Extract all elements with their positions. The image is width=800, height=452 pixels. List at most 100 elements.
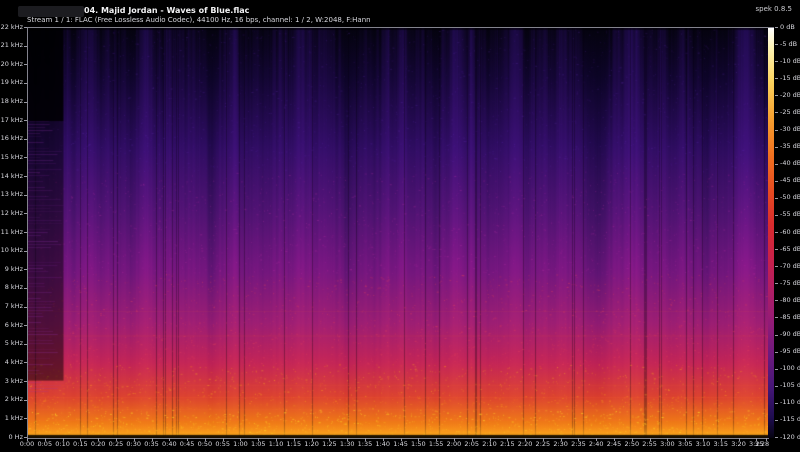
time-tick [632,438,633,441]
time-duration-label: 3:28 [755,441,770,448]
db-label: -55 dB [780,211,800,218]
time-tick [63,438,64,441]
freq-tick [24,213,27,214]
db-tick [775,369,778,370]
spek-window: 04. Majid Jordan - Waves of Blue.flac St… [0,0,800,452]
freq-tick [24,232,27,233]
db-label: -90 dB [780,331,800,338]
time-tick [454,438,455,441]
freq-tick [24,288,27,289]
db-tick [775,335,778,336]
freq-tick [24,307,27,308]
db-tick [775,266,778,267]
time-label: 3:00 [660,441,675,448]
freq-tick [24,157,27,158]
time-tick [472,438,473,441]
time-tick [223,438,224,441]
time-tick [703,438,704,441]
time-label: 2:10 [482,441,497,448]
time-tick [766,438,767,441]
freq-tick [24,325,27,326]
db-label: -25 dB [780,109,800,116]
time-label: 0:55 [215,441,230,448]
db-tick [775,386,778,387]
db-tick [775,112,778,113]
freq-tick [24,176,27,177]
time-tick [667,438,668,441]
time-label: 3:10 [696,441,711,448]
time-tick [543,438,544,441]
time-label: 1:50 [411,441,426,448]
db-tick [775,44,778,45]
freq-tick [24,83,27,84]
time-tick [596,438,597,441]
time-label: 1:45 [393,441,408,448]
time-tick [187,438,188,441]
time-tick [614,438,615,441]
time-label: 2:35 [571,441,586,448]
time-tick [721,438,722,441]
time-label: 1:05 [251,441,266,448]
file-title: 04. Majid Jordan - Waves of Blue.flac [84,6,249,15]
spectrogram-canvas [28,28,768,438]
spectrogram-plot [27,27,769,439]
time-tick [525,438,526,441]
freq-tick [24,344,27,345]
time-label: 2:00 [447,441,462,448]
time-tick [258,438,259,441]
freq-label: 1 kHz [0,415,23,422]
time-label: 3:05 [678,441,693,448]
db-tick [775,232,778,233]
time-tick [152,438,153,441]
db-label: -120 dB [780,434,800,441]
time-tick [329,438,330,441]
freq-label: 5 kHz [0,340,23,347]
time-tick [45,438,46,441]
db-tick [775,147,778,148]
stream-info: Stream 1 / 1: FLAC (Free Lossless Audio … [27,16,371,24]
db-tick [775,27,778,28]
db-label: -75 dB [780,280,800,287]
time-label: 0:30 [126,441,141,448]
time-tick [739,438,740,441]
time-tick [650,438,651,441]
db-tick [775,420,778,421]
db-tick [775,215,778,216]
db-label: -80 dB [780,297,800,304]
db-label: -65 dB [780,246,800,253]
time-label: 1:35 [358,441,373,448]
db-tick [775,78,778,79]
time-tick [365,438,366,441]
time-label: 1:30 [340,441,355,448]
freq-label: 11 kHz [0,229,23,236]
db-label: -70 dB [780,263,800,270]
db-tick [775,249,778,250]
db-label: -85 dB [780,314,800,321]
time-label: 0:05 [37,441,52,448]
time-label: 2:05 [464,441,479,448]
time-tick [27,438,28,441]
time-label: 2:50 [624,441,639,448]
db-label: 0 dB [780,24,795,31]
freq-label: 9 kHz [0,266,23,273]
freq-label: 4 kHz [0,359,23,366]
time-label: 0:35 [144,441,159,448]
db-tick [775,300,778,301]
freq-tick [24,251,27,252]
db-tick [775,61,778,62]
db-tick [775,130,778,131]
db-label: -30 dB [780,126,800,133]
time-label: 2:55 [642,441,657,448]
db-label: -110 dB [780,399,800,406]
freq-tick [24,102,27,103]
freq-label: 3 kHz [0,378,23,385]
db-tick [775,317,778,318]
time-label: 1:10 [269,441,284,448]
time-label: 0:15 [73,441,88,448]
time-label: 3:20 [731,441,746,448]
db-label: -20 dB [780,92,800,99]
freq-label: 10 kHz [0,247,23,254]
time-label: 0:50 [198,441,213,448]
time-label: 2:30 [553,441,568,448]
freq-tick [24,27,27,28]
